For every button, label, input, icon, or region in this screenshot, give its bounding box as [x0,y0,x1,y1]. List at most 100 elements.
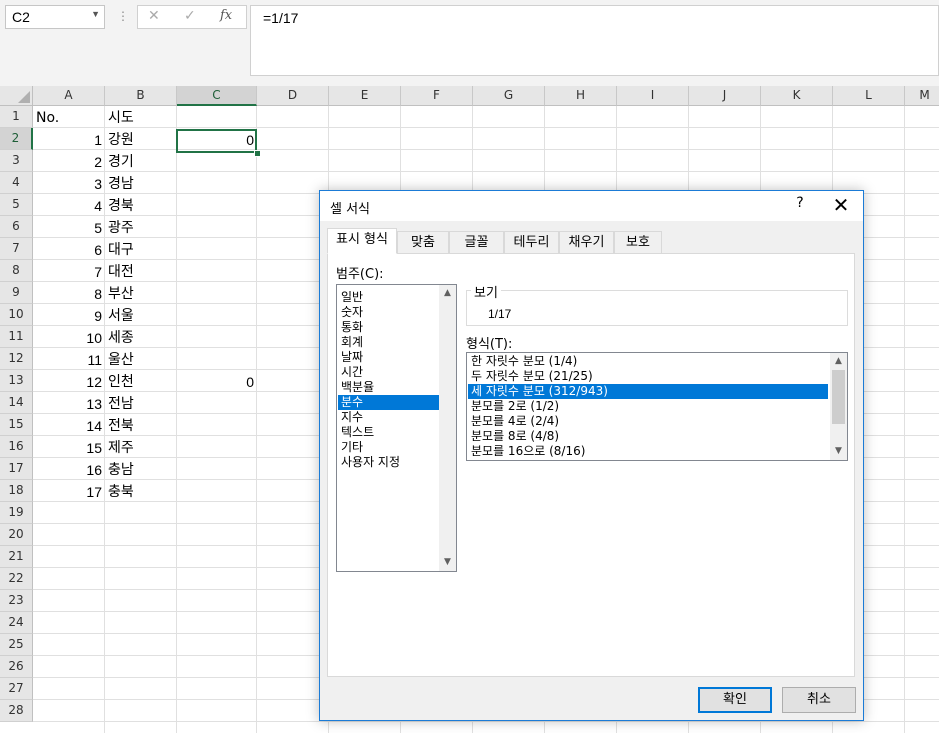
type-item[interactable]: 분모를 16으로 (8/16) [468,444,828,459]
cell-a[interactable]: 16 [33,459,105,481]
cell-a[interactable]: 8 [33,283,105,305]
cell-b[interactable]: 광주 [108,217,134,239]
tab-protection[interactable]: 보호 [614,231,662,253]
column-header-k[interactable]: K [761,86,833,106]
row-header-7[interactable]: 7 [0,238,33,260]
row-header-19[interactable]: 19 [0,502,33,524]
cell-b[interactable]: 전남 [108,393,134,415]
row-header-22[interactable]: 22 [0,568,33,590]
cell-b[interactable]: 인천 [108,371,134,393]
tab-border[interactable]: 테두리 [504,231,559,253]
tab-number[interactable]: 표시 형식 [327,228,397,254]
category-item[interactable]: 회계 [338,335,440,350]
cell-a[interactable]: 12 [33,371,105,393]
row-header-3[interactable]: 3 [0,150,33,172]
cell-a[interactable]: 3 [33,173,105,195]
cell-b[interactable]: 전북 [108,415,134,437]
cell-b[interactable]: 충남 [108,459,134,481]
column-header-g[interactable]: G [473,86,545,106]
row-header-9[interactable]: 9 [0,282,33,304]
cell-a[interactable]: 17 [33,481,105,503]
cell-a1[interactable]: No. [36,107,59,129]
cell-b[interactable]: 경북 [108,195,134,217]
close-button[interactable]: ✕ [825,193,857,219]
scroll-up-icon[interactable]: ▲ [830,353,847,370]
row-header-17[interactable]: 17 [0,458,33,480]
row-header-6[interactable]: 6 [0,216,33,238]
cell-a[interactable]: 1 [33,129,105,151]
cell-b[interactable]: 세종 [108,327,134,349]
tab-fill[interactable]: 채우기 [559,231,614,253]
category-list[interactable]: 일반 숫자 통화 회계 날짜 시간 백분율 분수 지수 텍스트 기타 사용자 지정 ▲ ▼ [336,284,457,572]
cancel-icon[interactable]: ✕ [148,8,160,24]
type-item[interactable]: 세 자릿수 분모 (312/943) [468,384,828,399]
cell-a[interactable]: 4 [33,195,105,217]
column-header-f[interactable]: F [401,86,473,106]
row-header-24[interactable]: 24 [0,612,33,634]
cell-a[interactable]: 13 [33,393,105,415]
category-item[interactable]: 텍스트 [338,425,440,440]
cell-a[interactable]: 14 [33,415,105,437]
column-header-a[interactable]: A [33,86,105,106]
cell-b[interactable]: 제주 [108,437,134,459]
type-list[interactable]: 한 자릿수 분모 (1/4) 두 자릿수 분모 (21/25) 세 자릿수 분모 (… [466,352,848,461]
name-box[interactable]: C2 ▼ [5,5,105,29]
row-header-1[interactable]: 1 [0,106,33,128]
column-header-d[interactable]: D [257,86,329,106]
cell-b[interactable]: 경남 [108,173,134,195]
column-header-m[interactable]: M [905,86,939,106]
type-item[interactable]: 분모를 2로 (1/2) [468,399,828,414]
fill-handle[interactable] [254,150,261,157]
type-item[interactable]: 분모를 8로 (4/8) [468,429,828,444]
type-item[interactable]: 분모를 4로 (2/4) [468,414,828,429]
cell-b[interactable]: 울산 [108,349,134,371]
column-header-c[interactable]: C [177,86,257,106]
row-header-12[interactable]: 12 [0,348,33,370]
row-header-11[interactable]: 11 [0,326,33,348]
cell-a[interactable]: 15 [33,437,105,459]
enter-icon[interactable]: ✓ [184,8,196,24]
cell-b[interactable]: 대전 [108,261,134,283]
category-scrollbar[interactable]: ▲ ▼ [439,285,456,571]
type-item[interactable]: 두 자릿수 분모 (21/25) [468,369,828,384]
column-header-h[interactable]: H [545,86,617,106]
scroll-down-icon[interactable]: ▼ [439,554,456,571]
cell-a[interactable]: 6 [33,239,105,261]
row-header-8[interactable]: 8 [0,260,33,282]
row-header-26[interactable]: 26 [0,656,33,678]
cell-b[interactable]: 서울 [108,305,134,327]
cell-a[interactable]: 2 [33,151,105,173]
select-all-button[interactable] [0,86,33,106]
category-item[interactable]: 일반 [338,290,440,305]
cancel-button[interactable]: 취소 [782,687,856,713]
cell-b[interactable]: 충북 [108,481,134,503]
column-header-b[interactable]: B [105,86,177,106]
cell-a[interactable]: 5 [33,217,105,239]
row-header-13[interactable]: 13 [0,370,33,392]
row-header-16[interactable]: 16 [0,436,33,458]
scroll-down-icon[interactable]: ▼ [830,443,847,460]
category-item[interactable]: 통화 [338,320,440,335]
cell-a[interactable]: 9 [33,305,105,327]
scroll-thumb[interactable] [832,370,845,424]
help-button[interactable]: ? [788,195,812,211]
formula-input[interactable]: =1/17 [250,5,939,76]
row-header-4[interactable]: 4 [0,172,33,194]
cell-b[interactable]: 대구 [108,239,134,261]
category-item[interactable]: 시간 [338,365,440,380]
category-item[interactable]: 지수 [338,410,440,425]
column-header-i[interactable]: I [617,86,689,106]
cell-b[interactable]: 경기 [108,151,134,173]
row-header-2[interactable]: 2 [0,128,33,150]
row-header-15[interactable]: 15 [0,414,33,436]
category-item[interactable]: 기타 [338,440,440,455]
category-item[interactable]: 날짜 [338,350,440,365]
function-icon[interactable]: fx [220,8,232,23]
row-header-23[interactable]: 23 [0,590,33,612]
row-header-28[interactable]: 28 [0,700,33,722]
category-item[interactable]: 백분율 [338,380,440,395]
type-scrollbar[interactable]: ▲ ▼ [830,353,847,460]
ok-button[interactable]: 확인 [698,687,772,713]
column-header-j[interactable]: J [689,86,761,106]
row-header-25[interactable]: 25 [0,634,33,656]
